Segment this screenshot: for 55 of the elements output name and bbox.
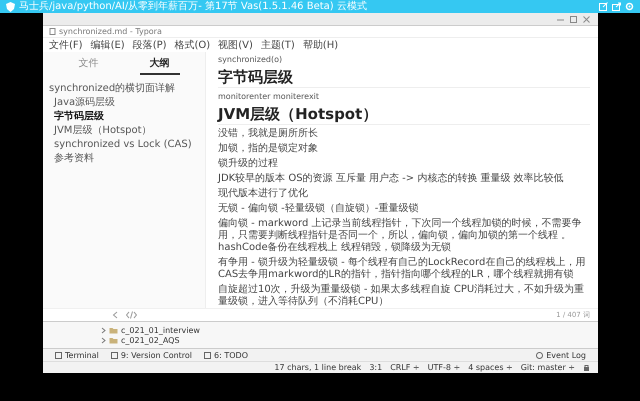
outline-item[interactable]: synchronized vs Lock (CAS) (54, 139, 192, 151)
speech-bubble-icon (536, 352, 544, 358)
paragraph: 锁升级的过程 (218, 158, 279, 170)
shield-icon (6, 2, 15, 12)
share-icon (612, 2, 621, 11)
status-item[interactable]: 3:1 (369, 363, 382, 372)
paragraph: JDK较早的版本 OS的资源 互斥量 用户态 -> 内核态的转换 重量级 效率比较低 (218, 173, 565, 185)
window-icon (110, 352, 118, 358)
menu-item[interactable]: 帮助(H) (302, 38, 338, 52)
code-line: monitorenter moniterexit (218, 91, 320, 102)
status-item[interactable]: Git: master ÷ (520, 363, 575, 372)
code-icon (126, 311, 136, 319)
tool-window-button[interactable]: 6: TODO (204, 350, 248, 360)
edit-icon (599, 2, 608, 11)
paragraph: 自旋超过10次，升级为重量级锁 - 如果太多线程自旋 CPU消耗过大，不如升级为重量级锁，进入等待队列（不消耗CPU） (218, 284, 586, 308)
menu-item[interactable]: 文件(F) (49, 38, 83, 52)
app-title: 马士兵/java/python/AI/从零到年薪百万- 第17节 Vas(1.5.1.46 Beta) 云模式 (19, 0, 367, 13)
paragraph: 无锁 - 偏向锁 -轻量级锁（自旋锁）-重量级锁 (218, 203, 420, 215)
close-icon (583, 16, 590, 22)
window-icon (55, 352, 62, 358)
sidebar-tab[interactable]: 大纲 (140, 54, 180, 75)
chevron-left-icon (112, 311, 118, 319)
menu-item[interactable]: 格式(O) (174, 38, 210, 52)
tool-window-button[interactable]: 9: Version Control (110, 350, 192, 360)
status-item[interactable]: CRLF ÷ (390, 363, 420, 372)
window-icon (204, 352, 212, 358)
outline-item[interactable]: 参考资料 (54, 153, 94, 165)
paragraph: 现代版本进行了优化 (218, 188, 309, 200)
paragraph: 偏向锁 - markword 上记录当前线程指针，下次同一个线程加锁的时候，不需要争用，只需要判断线程指针是否同一个，所以，偏向锁，偏向加锁的第一个线程 。hashCode备份在线程栈上 线程销毁，锁降级为无锁 (218, 218, 582, 254)
settings-icon (625, 2, 634, 11)
menu-item[interactable]: 主题(T) (260, 38, 295, 52)
outline-item[interactable]: JVM层级（Hotspot） (54, 125, 152, 137)
menu-item[interactable]: 段落(P) (132, 38, 167, 52)
paragraph: 没错，我就是厕所所长 (218, 128, 319, 140)
project-tree-item[interactable]: c_021_01_interview (121, 326, 200, 334)
paragraph: 有争用 - 锁升级为轻量级锁 - 每个线程有自己的LockRecord在自己的线程栈上，用CAS去争用markword的LR的指针，指针指向哪个线程的LR，哪个线程就拥有锁 (218, 257, 586, 281)
section-heading: 字节码层级 (218, 68, 590, 88)
paragraph: 加锁，指的是锁定对象 (218, 143, 319, 155)
status-item[interactable]: 4 spaces ÷ (468, 363, 513, 372)
maximize-icon (570, 16, 577, 22)
event-log-button[interactable]: Event Log (536, 350, 586, 360)
code-line: synchronized(o) (218, 54, 284, 65)
status-item[interactable]: UTF-8 ÷ (428, 363, 460, 372)
menu-item[interactable]: 视图(V) (218, 38, 253, 52)
tool-window-button[interactable]: Terminal (55, 350, 99, 360)
menu-item[interactable]: 编辑(E) (90, 38, 125, 52)
document-icon (49, 28, 56, 35)
lock-icon (583, 364, 590, 371)
outline-item[interactable]: 字节码层级 (54, 111, 104, 123)
window-title: synchronized.md - Typora (59, 27, 162, 36)
outline-item[interactable]: synchronized的横切面详解 (49, 83, 176, 95)
section-heading: JVM层级（Hotspot） (218, 105, 590, 125)
status-item[interactable]: 17 chars, 1 line break (274, 363, 362, 372)
project-tree-item[interactable]: c_021_02_AQS (121, 336, 180, 344)
outline-item[interactable]: Java源码层级 (54, 97, 116, 109)
